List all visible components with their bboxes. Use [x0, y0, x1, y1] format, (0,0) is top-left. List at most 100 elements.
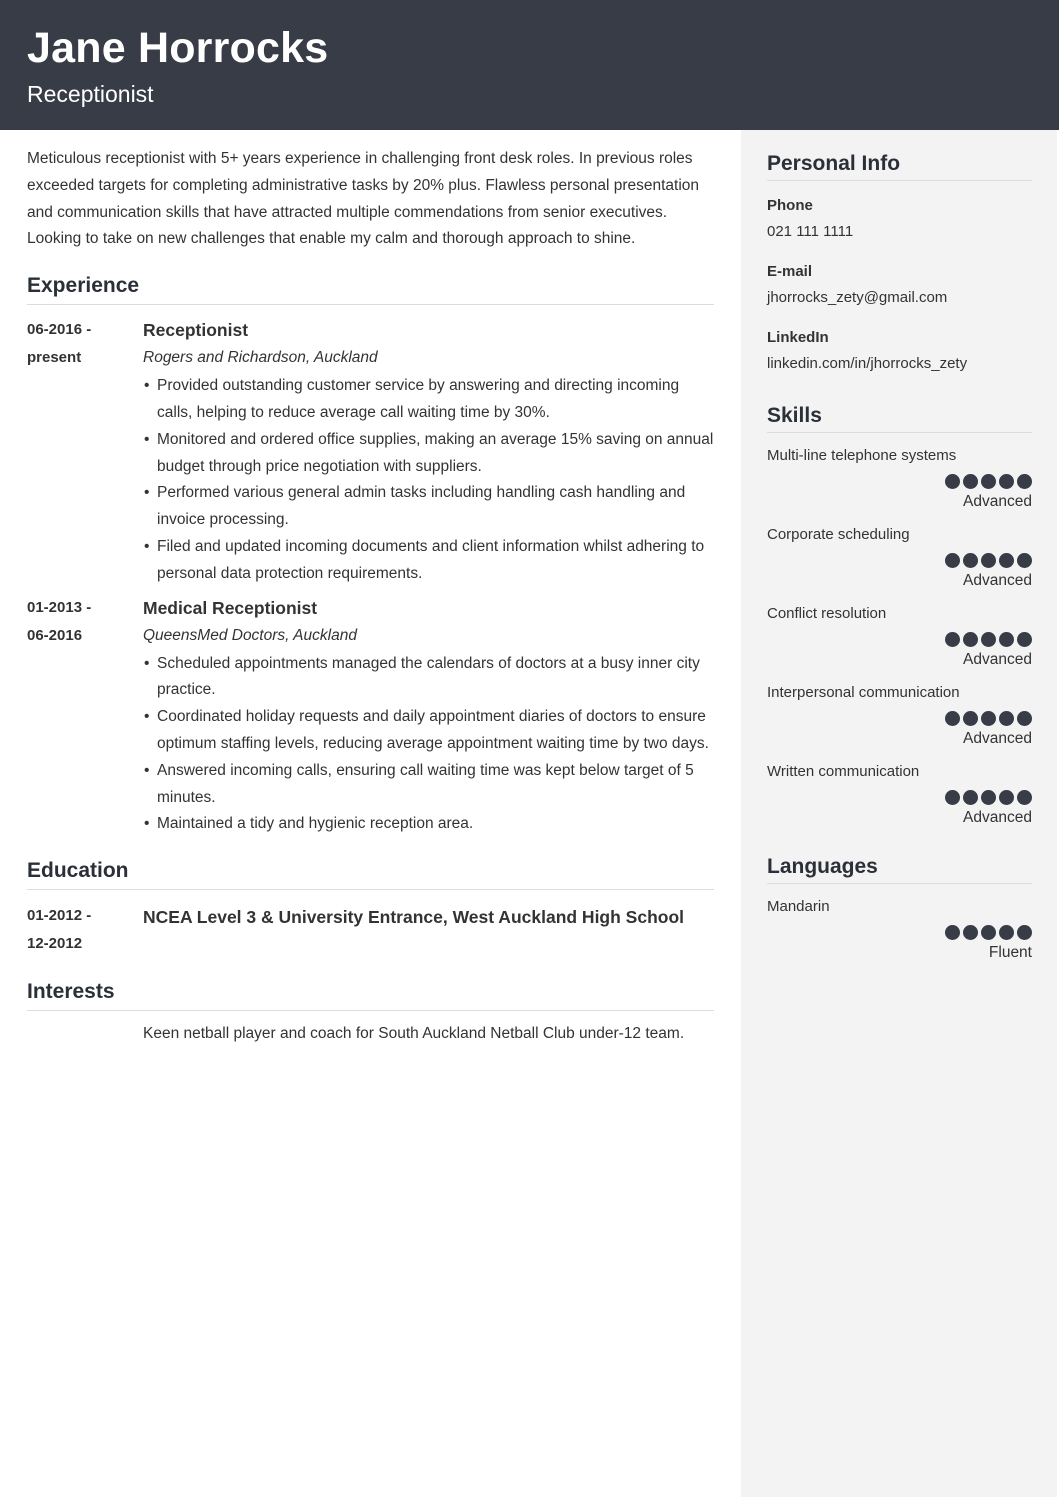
date-start: 06-2016 -	[27, 321, 92, 339]
skill-item-name: Interpersonal communication	[767, 684, 960, 701]
list-item: Maintained a tidy and hygienic reception…	[143, 811, 714, 838]
filled-dot-icon	[963, 711, 978, 726]
filled-dot-icon	[999, 790, 1014, 805]
responsibilities-list: Scheduled appointments managed the calen…	[143, 651, 714, 839]
filled-dot-icon	[945, 711, 960, 726]
skill-item-level: Advanced	[963, 572, 1032, 589]
interests-heading: Interests	[27, 979, 714, 1012]
skill-item-level: Advanced	[963, 730, 1032, 747]
interests-section: Interests Keen netball player and coach …	[27, 979, 714, 1048]
filled-dot-icon	[981, 553, 996, 568]
filled-dot-icon	[981, 711, 996, 726]
skill-item-level: Advanced	[963, 809, 1032, 826]
education-heading: Education	[27, 858, 714, 891]
skill-item: Multi-line telephone systems Advanced	[767, 446, 1032, 512]
skill-item-name: Corporate scheduling	[767, 526, 910, 543]
experience-heading: Experience	[27, 273, 714, 306]
entry-date: 01-2013 - 06-2016	[27, 594, 143, 839]
email-value[interactable]: jhorrocks_zety@gmail.com	[767, 283, 1032, 313]
filled-dot-icon	[981, 790, 996, 805]
candidate-role: Receptionist	[27, 81, 154, 107]
filled-dot-icon	[1017, 553, 1032, 568]
personal-info-section: Personal Info Phone 021 111 1111 E-mail …	[767, 150, 1032, 379]
experience-section: Experience 06-2016 - present Receptionis…	[27, 273, 714, 838]
skill-item-level: Advanced	[963, 493, 1032, 510]
entry-body: Medical Receptionist QueensMed Doctors, …	[143, 594, 714, 839]
date-end: 12-2012	[27, 935, 83, 953]
filled-dot-icon	[963, 553, 978, 568]
skills-heading: Skills	[767, 402, 1032, 433]
linkedin-label: LinkedIn	[767, 329, 829, 346]
filled-dot-icon	[1017, 790, 1032, 805]
email-label: E-mail	[767, 263, 813, 280]
list-item: Provided outstanding customer service by…	[143, 373, 714, 427]
rating-dots	[767, 632, 1032, 647]
rating-dots	[767, 474, 1032, 489]
skill-item: Conflict resolution Advanced	[767, 604, 1032, 670]
skill-item: Interpersonal communication Advanced	[767, 683, 1032, 749]
phone-value: 021 111 1111	[767, 223, 854, 240]
education-entry: 01-2012 - 12-2012 NCEA Level 3 & Univers…	[27, 902, 714, 958]
list-item: Filed and updated incoming documents and…	[143, 534, 714, 588]
rating-dots	[767, 925, 1032, 940]
filled-dot-icon	[945, 474, 960, 489]
skill-item-name: Written communication	[767, 763, 920, 780]
filled-dot-icon	[945, 925, 960, 940]
entry-body: Receptionist Rogers and Richardson, Auck…	[143, 316, 714, 587]
filled-dot-icon	[963, 474, 978, 489]
filled-dot-icon	[999, 474, 1014, 489]
languages-list: Mandarin Fluent	[767, 897, 1032, 963]
degree-title: NCEA Level 3 & University Entrance, West…	[143, 907, 685, 928]
company-name: QueensMed Doctors, Auckland	[143, 626, 357, 644]
date-start: 01-2012 -	[27, 907, 92, 925]
education-section: Education 01-2012 - 12-2012 NCEA Level 3…	[27, 858, 714, 958]
profile-summary: Meticulous receptionist with 5+ years ex…	[27, 150, 700, 248]
rating-dots	[767, 553, 1032, 568]
list-item: Performed various general admin tasks in…	[143, 480, 714, 534]
skills-section: Skills Multi-line telephone systems Advan…	[767, 402, 1032, 828]
skill-item: Written communication Advanced	[767, 762, 1032, 828]
candidate-name: Jane Horrocks	[27, 24, 329, 72]
languages-heading: Languages	[767, 853, 1032, 884]
filled-dot-icon	[999, 711, 1014, 726]
language-item-level: Fluent	[988, 944, 1032, 961]
entry-date: 06-2016 - present	[27, 316, 143, 587]
entry-body: NCEA Level 3 & University Entrance, West…	[143, 902, 714, 958]
entry-date: 01-2012 - 12-2012	[27, 902, 143, 958]
date-end: present	[27, 349, 82, 367]
filled-dot-icon	[1017, 925, 1032, 940]
resume-header: Jane Horrocks Receptionist	[0, 0, 1059, 130]
filled-dot-icon	[945, 790, 960, 805]
date-end: 06-2016	[27, 626, 83, 644]
rating-dots	[767, 711, 1032, 726]
skill-item: Corporate scheduling Advanced	[767, 525, 1032, 591]
rating-dots	[767, 790, 1032, 805]
date-start: 01-2013 -	[27, 598, 92, 616]
linkedin-value[interactable]: linkedin.com/in/jhorrocks_zety	[767, 349, 1032, 379]
list-item: Answered incoming calls, ensuring call w…	[143, 758, 714, 812]
filled-dot-icon	[963, 925, 978, 940]
job-title: Medical Receptionist	[143, 597, 318, 618]
filled-dot-icon	[999, 553, 1014, 568]
sidebar: Personal Info Phone 021 111 1111 E-mail …	[767, 150, 1032, 963]
filled-dot-icon	[981, 474, 996, 489]
filled-dot-icon	[963, 790, 978, 805]
company-name: Rogers and Richardson, Auckland	[143, 349, 378, 367]
experience-entry: 06-2016 - present Receptionist Rogers an…	[27, 316, 714, 587]
personal-info-heading: Personal Info	[767, 150, 1032, 181]
filled-dot-icon	[1017, 474, 1032, 489]
interest-description: Keen netball player and coach for South …	[143, 1025, 685, 1043]
filled-dot-icon	[981, 925, 996, 940]
language-item: Mandarin Fluent	[767, 897, 1032, 963]
filled-dot-icon	[945, 553, 960, 568]
language-item-name: Mandarin	[767, 898, 830, 915]
responsibilities-list: Provided outstanding customer service by…	[143, 373, 714, 587]
list-item: Monitored and ordered office supplies, m…	[143, 427, 714, 481]
main-column: Meticulous receptionist with 5+ years ex…	[27, 146, 714, 1048]
languages-section: Languages Mandarin Fluent	[767, 853, 1032, 963]
phone-label: Phone	[767, 197, 813, 214]
skills-list: Multi-line telephone systems Advanced Corp…	[767, 446, 1032, 828]
skill-item-level: Advanced	[963, 651, 1032, 668]
list-item: Coordinated holiday requests and daily a…	[143, 704, 714, 758]
skill-item-name: Multi-line telephone systems	[767, 447, 957, 464]
